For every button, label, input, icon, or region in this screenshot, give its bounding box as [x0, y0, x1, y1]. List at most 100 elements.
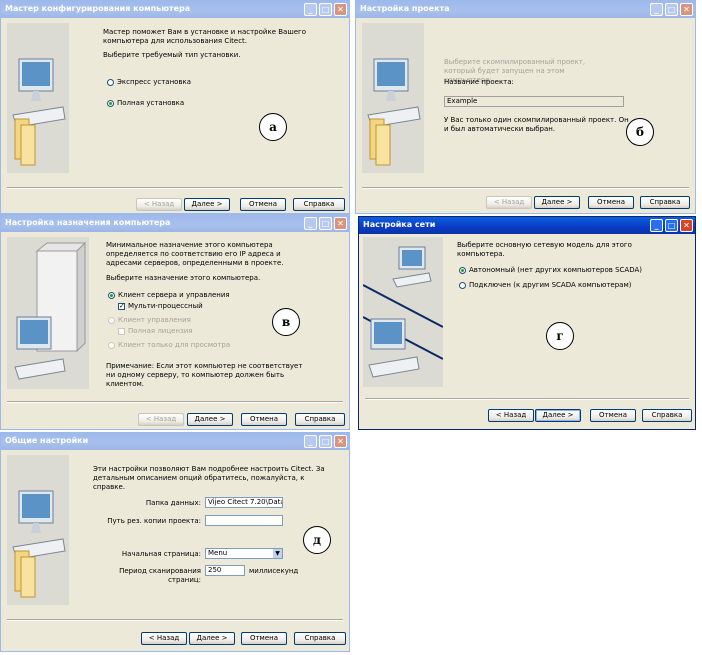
start-page-value: Menu — [208, 549, 228, 557]
project-name-field[interactable]: Example — [444, 96, 624, 107]
intro-text: Эти настройки позволяют Вам подробнее на… — [93, 465, 325, 491]
chevron-down-icon[interactable]: ▼ — [273, 549, 282, 558]
radio-standalone[interactable] — [459, 267, 466, 274]
radio-server-client-label[interactable]: Клиент сервера и управления — [118, 291, 230, 300]
help-button[interactable]: Справка — [642, 409, 692, 422]
minimize-button[interactable]: _ — [304, 435, 317, 448]
next-button[interactable]: Далее > — [535, 409, 581, 422]
maximize-button[interactable]: □ — [665, 219, 678, 232]
intro-text: Мастер поможет Вам в установке и настрой… — [103, 28, 306, 45]
figure-marker-v: в — [272, 308, 300, 336]
radio-express-label[interactable]: Экспресс установка — [117, 78, 191, 87]
cancel-button[interactable]: Отмена — [241, 632, 287, 645]
figure-marker-d: д — [303, 526, 331, 554]
title-bar[interactable]: Настройка сети _ □ ✕ — [359, 217, 695, 234]
close-button[interactable]: ✕ — [680, 3, 693, 16]
window-network-setup: Настройка сети _ □ ✕ Выберите основную с… — [358, 216, 696, 430]
minimize-button[interactable]: _ — [650, 3, 663, 16]
figure-marker-b: б — [626, 118, 654, 146]
help-button[interactable]: Справка — [640, 196, 690, 209]
close-button[interactable]: ✕ — [334, 217, 347, 230]
minimize-button[interactable]: _ — [304, 217, 317, 230]
backup-path-field[interactable] — [205, 515, 283, 526]
maximize-button[interactable]: □ — [319, 217, 332, 230]
separator — [365, 398, 689, 400]
checkbox-multiprocess[interactable]: ✓ — [118, 303, 125, 310]
project-name-label: Название проекта: — [444, 78, 514, 86]
close-button[interactable]: ✕ — [334, 435, 347, 448]
next-button[interactable]: Далее > — [184, 198, 230, 211]
radio-control-client[interactable] — [108, 317, 115, 324]
close-button[interactable]: ✕ — [334, 3, 347, 16]
network-illustration — [362, 237, 444, 387]
computer-illustration — [362, 23, 424, 173]
checkbox-multiprocess-label[interactable]: Мульти-процессный — [128, 302, 203, 311]
radio-full[interactable] — [107, 100, 114, 107]
back-button[interactable]: < Назад — [138, 413, 184, 426]
back-button[interactable]: < Назад — [486, 196, 532, 209]
intro-text: Выберите основную сетевую модель для это… — [457, 241, 632, 258]
title-bar[interactable]: Мастер конфигурирования компьютера _ □ ✕ — [1, 1, 349, 18]
separator — [7, 619, 343, 621]
radio-control-client-label[interactable]: Клиент управления — [118, 316, 191, 325]
window-general-settings: Общие настройки _ □ ✕ Эти настройки позв… — [0, 432, 350, 652]
next-button[interactable]: Далее > — [187, 413, 233, 426]
minimize-button[interactable]: _ — [304, 3, 317, 16]
window-title: Настройка сети — [363, 220, 436, 229]
next-button[interactable]: Далее > — [534, 196, 580, 209]
start-page-label: Начальная страница: — [121, 550, 201, 558]
window-title: Настройка назначения компьютера — [5, 218, 171, 227]
data-folder-field[interactable]: Vijeo Citect 7.20\Data — [205, 497, 283, 508]
computer-illustration — [7, 23, 69, 173]
checkbox-full-license-label[interactable]: Полная лицензия — [128, 327, 192, 336]
window-title: Настройка проекта — [360, 4, 450, 13]
window-title: Общие настройки — [5, 436, 89, 445]
radio-view-only-label[interactable]: Клиент только для просмотра — [118, 341, 230, 350]
close-button[interactable]: ✕ — [680, 219, 693, 232]
scan-period-field[interactable]: 250 — [205, 565, 245, 576]
server-illustration — [7, 237, 89, 389]
intro-text: Минимальное назначение этого компьютера … — [106, 241, 284, 267]
separator — [7, 187, 343, 189]
cancel-button[interactable]: Отмена — [588, 196, 634, 209]
cancel-button[interactable]: Отмена — [590, 409, 636, 422]
title-bar[interactable]: Общие настройки _ □ ✕ — [1, 433, 349, 450]
back-button[interactable]: < Назад — [136, 198, 182, 211]
help-button[interactable]: Справка — [293, 198, 345, 211]
maximize-button[interactable]: □ — [319, 435, 332, 448]
title-bar[interactable]: Настройка назначения компьютера _ □ ✕ — [1, 215, 349, 232]
window-setup-wizard: Мастер конфигурирования компьютера _ □ ✕… — [0, 0, 350, 214]
radio-full-label[interactable]: Полная установка — [117, 99, 184, 108]
window-title: Мастер конфигурирования компьютера — [5, 4, 191, 13]
start-page-select[interactable]: Menu ▼ — [205, 548, 283, 559]
radio-server-client[interactable] — [108, 292, 115, 299]
radio-standalone-label[interactable]: Автономный (нет других компьютеров SCADA… — [469, 266, 642, 275]
help-button[interactable]: Справка — [294, 632, 346, 645]
next-button[interactable]: Далее > — [189, 632, 235, 645]
separator — [362, 187, 689, 189]
window-project-setup: Настройка проекта _ □ ✕ Выберите скомпил… — [355, 0, 696, 214]
cancel-button[interactable]: Отмена — [241, 413, 287, 426]
minimize-button[interactable]: _ — [650, 219, 663, 232]
info-text: У Вас только один скомпилированный проек… — [444, 116, 629, 133]
checkbox-full-license[interactable] — [118, 328, 125, 335]
scan-period-label: Период сканирования страниц: — [119, 567, 201, 584]
help-button[interactable]: Справка — [295, 413, 345, 426]
back-button[interactable]: < Назад — [141, 632, 187, 645]
backup-path-label: Путь рез. копии проекта: — [107, 517, 201, 525]
window-computer-role: Настройка назначения компьютера _ □ ✕ Ми… — [0, 214, 350, 430]
radio-connected-label[interactable]: Подключен (к другим SCADA компьютерам) — [469, 281, 631, 290]
scan-period-unit: миллисекунд — [249, 567, 299, 575]
figure-marker-g: г — [546, 322, 574, 350]
radio-view-only[interactable] — [108, 342, 115, 349]
separator — [7, 401, 343, 403]
cancel-button[interactable]: Отмена — [240, 198, 286, 211]
title-bar[interactable]: Настройка проекта _ □ ✕ — [356, 1, 695, 18]
maximize-button[interactable]: □ — [319, 3, 332, 16]
radio-connected[interactable] — [459, 282, 466, 289]
radio-express[interactable] — [107, 79, 114, 86]
maximize-button[interactable]: □ — [665, 3, 678, 16]
note-text: Примечание: Если этот компьютер не соотв… — [106, 362, 303, 388]
back-button[interactable]: < Назад — [488, 409, 534, 422]
data-folder-label: Папка данных: — [145, 499, 201, 507]
